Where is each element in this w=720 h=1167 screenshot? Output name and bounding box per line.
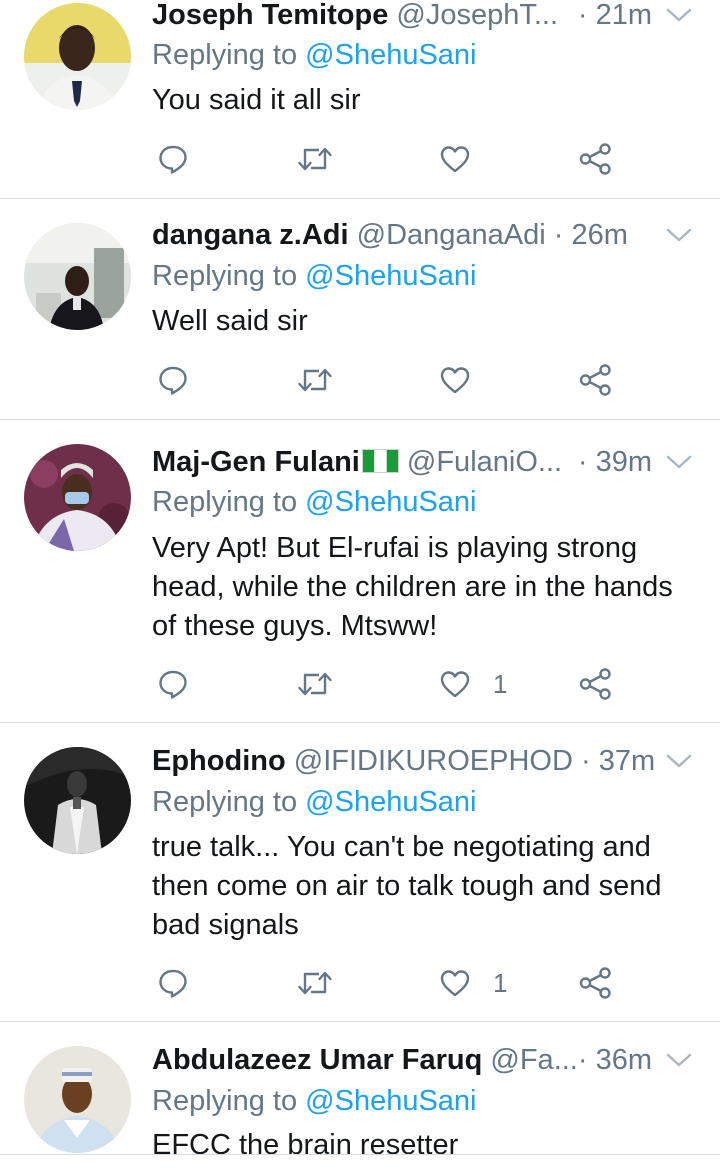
retweet-icon <box>298 147 332 171</box>
reply-icon <box>159 969 187 998</box>
share-button[interactable] <box>579 143 613 175</box>
replying-label: Replying to <box>152 260 298 292</box>
chevron-down-icon[interactable] <box>666 454 692 470</box>
author-name[interactable]: dangana z.Adi <box>152 219 349 251</box>
author-handle[interactable]: @IFIDIKUROEPHOD <box>294 745 573 777</box>
mention-link[interactable]: @ShehuSani <box>305 260 476 292</box>
replying-to: Replying to @ShehuSani <box>152 1083 477 1119</box>
mention-link[interactable]: @ShehuSani <box>305 1085 476 1117</box>
share-icon <box>579 668 611 700</box>
reply-text: true talk... You can't be negotiating an… <box>152 831 662 941</box>
reply-item[interactable]: Joseph Temitope @JosephT... · 21m Replyi… <box>0 0 720 199</box>
reply-item[interactable]: Ephodino @IFIDIKUROEPHOD · 37m Replying … <box>0 723 720 1022</box>
author-handle[interactable]: @DanganaAdi <box>357 219 546 251</box>
mention-link[interactable]: @ShehuSani <box>305 39 476 71</box>
reply-item[interactable]: dangana z.Adi @DanganaAdi · 26m Replying… <box>0 199 720 420</box>
author-name[interactable]: Ephodino <box>152 745 286 777</box>
retweet-button[interactable] <box>297 668 333 700</box>
replying-label: Replying to <box>152 1085 298 1117</box>
nigeria-flag-icon <box>361 449 399 473</box>
heart-icon <box>440 146 470 173</box>
chevron-down-icon[interactable] <box>666 7 692 23</box>
share-button[interactable] <box>579 364 613 396</box>
like-button[interactable]: 1 <box>439 668 507 700</box>
reply-header: Joseph Temitope @JosephT... · 21m <box>152 0 652 33</box>
author-name[interactable]: Maj-Gen Fulani <box>152 446 360 478</box>
reply-item[interactable]: Maj-Gen Fulani @FulaniO... · 39m Replyin… <box>0 420 720 723</box>
chevron-down-icon[interactable] <box>666 1052 692 1068</box>
like-button[interactable] <box>439 143 493 175</box>
mention-link[interactable]: @ShehuSani <box>305 486 476 518</box>
share-button[interactable] <box>579 668 613 700</box>
share-icon <box>579 967 611 999</box>
share-icon <box>579 364 611 396</box>
share-icon <box>579 143 611 175</box>
replying-label: Replying to <box>152 486 298 518</box>
timestamp[interactable]: · 36m <box>578 1042 652 1078</box>
heart-icon <box>440 671 470 698</box>
avatar[interactable] <box>24 1046 131 1153</box>
reply-item[interactable]: Abdulazeez Umar Faruq @Fa... · 36m Reply… <box>0 1022 720 1155</box>
retweet-icon <box>298 971 332 995</box>
retweet-icon <box>298 672 332 696</box>
reply-button[interactable] <box>157 668 189 700</box>
retweet-button[interactable] <box>297 967 333 999</box>
author-name[interactable]: Joseph Temitope <box>152 0 388 31</box>
author-name[interactable]: Abdulazeez Umar Faruq <box>152 1044 482 1076</box>
reply-header: dangana z.Adi @DanganaAdi · 26m <box>152 217 652 253</box>
like-count: 1 <box>493 967 508 998</box>
reply-header: Abdulazeez Umar Faruq @Fa... · 36m <box>152 1042 652 1078</box>
retweet-button[interactable] <box>297 143 333 175</box>
chevron-down-icon[interactable] <box>666 753 692 769</box>
reply-text: Well said sir <box>152 305 308 337</box>
mention-link[interactable]: @ShehuSani <box>305 786 476 818</box>
replying-to: Replying to @ShehuSani <box>152 784 477 820</box>
reply-text: You said it all sir <box>152 84 361 116</box>
reply-button[interactable] <box>157 364 189 396</box>
author-handle[interactable]: @JosephT... <box>396 0 558 31</box>
retweet-icon <box>298 368 332 392</box>
like-button[interactable] <box>439 364 493 396</box>
replying-to: Replying to @ShehuSani <box>152 258 477 294</box>
author-handle[interactable]: @Fa... <box>490 1044 577 1076</box>
timestamp[interactable]: · 21m <box>578 0 652 33</box>
reply-button[interactable] <box>157 967 189 999</box>
reply-header: Maj-Gen Fulani @FulaniO... · 39m <box>152 444 652 480</box>
author-handle[interactable]: @FulaniO... <box>407 446 562 478</box>
like-button[interactable]: 1 <box>439 967 507 999</box>
retweet-button[interactable] <box>297 364 333 396</box>
avatar[interactable] <box>24 444 131 551</box>
replying-label: Replying to <box>152 786 298 818</box>
heart-icon <box>440 367 470 394</box>
timestamp[interactable]: · 26m <box>554 219 628 251</box>
avatar[interactable] <box>24 747 131 854</box>
reply-icon <box>159 670 187 699</box>
timestamp[interactable]: · 37m <box>581 745 655 777</box>
avatar[interactable] <box>24 223 131 330</box>
chevron-down-icon[interactable] <box>666 227 692 243</box>
avatar[interactable] <box>24 3 131 110</box>
reply-icon <box>159 145 187 174</box>
replying-label: Replying to <box>152 39 298 71</box>
reply-icon <box>159 366 187 395</box>
like-count: 1 <box>493 668 508 699</box>
replying-to: Replying to @ShehuSani <box>152 484 477 520</box>
reply-button[interactable] <box>157 143 189 175</box>
reply-text: Very Apt! But El-rufai is playing strong… <box>152 532 673 642</box>
replying-to: Replying to @ShehuSani <box>152 37 477 73</box>
share-button[interactable] <box>579 967 613 999</box>
reply-text: EFCC the brain resetter <box>152 1129 459 1155</box>
timestamp[interactable]: · 39m <box>578 444 652 480</box>
heart-icon <box>440 970 470 997</box>
reply-header: Ephodino @IFIDIKUROEPHOD · 37m <box>152 743 655 779</box>
